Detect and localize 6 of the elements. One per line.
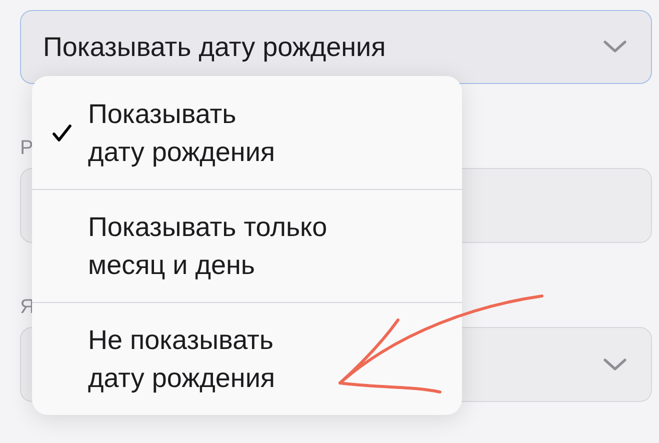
menu-item[interactable]: Не показывать дату рождения [32,302,462,415]
chevron-down-icon [603,40,627,54]
birthday-select[interactable]: Показывать дату рождения [20,10,652,84]
menu-item[interactable]: Показывать только месяц и день [32,189,462,302]
chevron-down-icon [603,358,627,372]
field-label: Р [20,136,34,160]
